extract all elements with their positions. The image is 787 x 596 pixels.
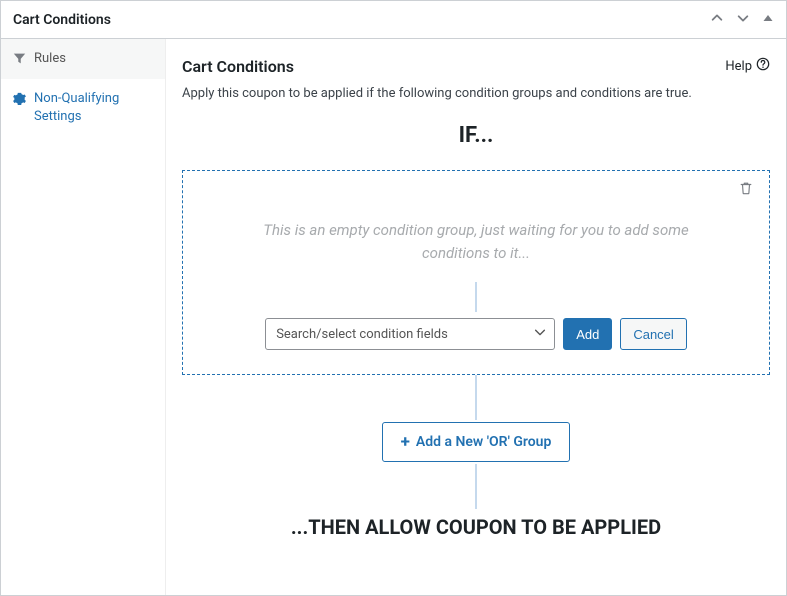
connector-line	[475, 464, 477, 509]
collapse-icon[interactable]	[762, 12, 774, 27]
sidebar-item-label: Rules	[34, 50, 66, 68]
sidebar-item-label: Non-Qualifying Settings	[34, 90, 153, 126]
connector-line	[475, 375, 477, 420]
panel-body: Rules Non-Qualifying Settings Cart Condi…	[1, 39, 786, 595]
if-heading: IF...	[182, 123, 770, 148]
cancel-button[interactable]: Cancel	[620, 318, 686, 350]
condition-field-row: Search/select condition fields Add Cance…	[199, 318, 753, 350]
plus-icon: +	[401, 432, 410, 452]
main-header: Cart Conditions Help	[182, 57, 770, 76]
add-or-group-button[interactable]: + Add a New 'OR' Group	[382, 422, 571, 462]
page-title: Cart Conditions	[182, 57, 294, 76]
empty-group-message: This is an empty condition group, just w…	[239, 219, 713, 264]
chevron-up-icon[interactable]	[710, 11, 724, 28]
add-button[interactable]: Add	[563, 318, 612, 350]
sidebar-item-non-qualifying-settings[interactable]: Non-Qualifying Settings	[1, 79, 165, 137]
add-or-group-label: Add a New 'OR' Group	[416, 434, 551, 450]
condition-select[interactable]: Search/select condition fields	[265, 318, 555, 350]
sidebar: Rules Non-Qualifying Settings	[1, 39, 166, 595]
help-link[interactable]: Help	[725, 57, 770, 75]
panel-header-controls	[710, 11, 774, 28]
panel-title: Cart Conditions	[13, 12, 111, 28]
cart-conditions-panel: Cart Conditions Rules	[0, 0, 787, 596]
chevron-down-icon[interactable]	[736, 11, 750, 28]
condition-group: This is an empty condition group, just w…	[182, 170, 770, 375]
then-heading: ...THEN ALLOW COUPON TO BE APPLIED	[182, 515, 770, 539]
main-description: Apply this coupon to be applied if the f…	[182, 86, 770, 101]
help-label: Help	[725, 59, 752, 74]
inner-connector-line	[475, 282, 477, 312]
trash-icon[interactable]	[739, 181, 753, 199]
gear-icon	[13, 92, 26, 105]
filter-icon	[13, 52, 26, 65]
help-icon	[756, 57, 770, 75]
panel-header: Cart Conditions	[1, 1, 786, 39]
sidebar-item-rules[interactable]: Rules	[1, 39, 165, 79]
condition-select-value: Search/select condition fields	[265, 318, 555, 350]
group-toolbar	[199, 179, 753, 203]
main-content: Cart Conditions Help Apply this coupon t…	[166, 39, 786, 595]
